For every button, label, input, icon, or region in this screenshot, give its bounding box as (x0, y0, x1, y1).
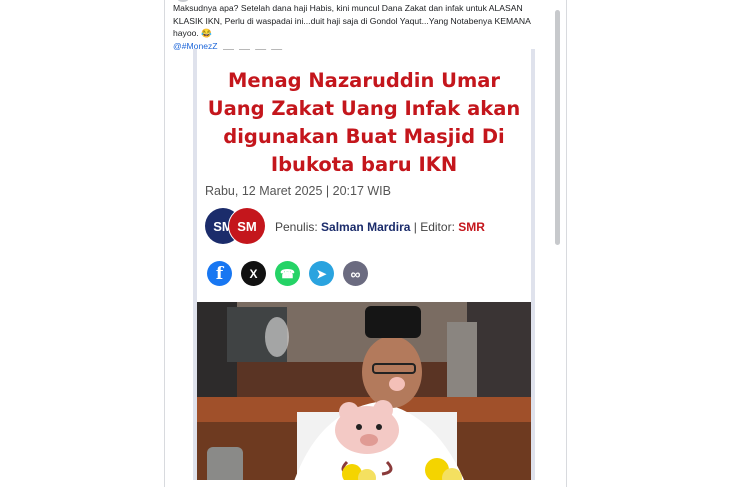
telegram-share-icon: ➤ (309, 261, 334, 286)
post-caption-text: Maksudnya apa? Setelah dana haji Habis, … (173, 3, 531, 38)
cropped-header-remnant: ▬ ▬ ▬ ▬ (223, 49, 283, 53)
x-share-icon: X (241, 261, 266, 286)
article-photo (197, 302, 531, 487)
news-article-screenshot: ▬ ▬ ▬ ▬ Menag Nazaruddin Umar Uang Zakat… (197, 49, 531, 302)
whatsapp-share-icon: ☎ (275, 261, 300, 286)
article-byline: Penulis: Salman Mardira | Editor: SMR (275, 220, 485, 234)
author-name: Salman Mardira (321, 220, 411, 234)
post-scrollbar[interactable] (555, 10, 560, 245)
facebook-share-icon: f (207, 261, 232, 286)
article-headline: Menag Nazaruddin Umar Uang Zakat Uang In… (207, 69, 521, 176)
publisher-logo: SM SM (205, 208, 267, 246)
post-reaction-bar (165, 480, 566, 487)
facebook-post-card: Maksudnya apa? Setelah dana haji Habis, … (164, 0, 567, 487)
shared-screenshot-image[interactable]: ▬ ▬ ▬ ▬ Menag Nazaruddin Umar Uang Zakat… (193, 49, 535, 487)
post-caption: Maksudnya apa? Setelah dana haji Habis, … (173, 2, 545, 52)
article-photo-illustration (197, 302, 531, 487)
author-prefix: Penulis: (275, 220, 318, 234)
editor-name: SMR (458, 220, 485, 234)
publisher-logo-right: SM (229, 208, 265, 244)
editor-prefix: | Editor: (413, 220, 455, 234)
article-dateline: Rabu, 12 Maret 2025 | 20:17 WIB (205, 184, 391, 198)
link-share-icon: ∞ (343, 261, 368, 286)
